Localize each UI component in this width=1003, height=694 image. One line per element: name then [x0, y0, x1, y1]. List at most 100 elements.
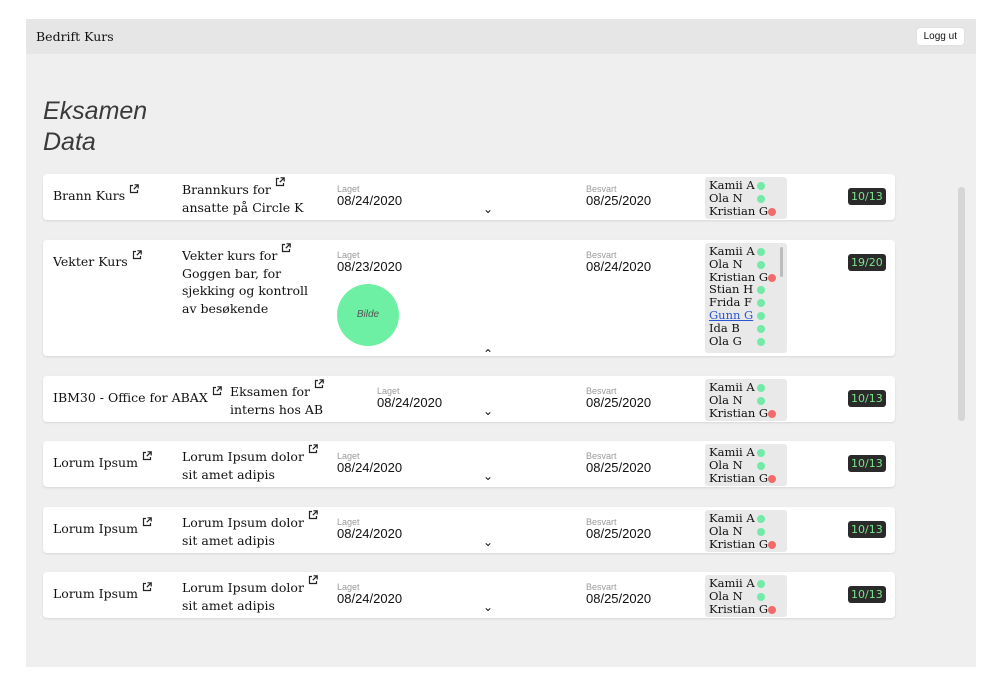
chevron-up-icon[interactable]: ⌃ — [483, 348, 493, 360]
chevron-down-icon[interactable]: ⌄ — [483, 470, 493, 482]
participant-row[interactable]: Gunn G — [705, 309, 787, 322]
course-name[interactable]: Vekter Kurs — [53, 250, 142, 269]
chevron-down-icon[interactable]: ⌄ — [483, 601, 493, 613]
status-dot-green — [757, 324, 765, 333]
participant-row: Ola N — [705, 523, 787, 538]
status-dot-green — [757, 248, 765, 256]
participant-row: Kristian G — [705, 204, 787, 218]
description-line: interns hos AB — [230, 401, 324, 417]
participant-row: Ola G — [705, 333, 787, 348]
score-badge: 10/13 — [848, 188, 886, 205]
external-link-icon[interactable] — [142, 517, 152, 527]
chevron-down-icon[interactable]: ⌄ — [483, 405, 493, 417]
course-name[interactable]: Lorum Ipsum — [53, 582, 152, 601]
participant-list[interactable]: Kamii A Ola N Kristian G — [705, 177, 787, 219]
status-dot-green — [757, 580, 765, 588]
course-name-text: Brann Kurs — [53, 188, 126, 203]
participant-row: Kamii A — [705, 179, 787, 192]
external-link-icon[interactable] — [142, 582, 152, 592]
participant-name: Kristian G — [709, 536, 769, 551]
created-date: 08/24/2020 — [377, 395, 443, 410]
chevron-down-icon[interactable]: ⌄ — [483, 536, 493, 548]
page-scrollbar[interactable] — [958, 187, 965, 421]
participant-row: Kristian G — [705, 536, 787, 551]
participant-row: Kamii A — [705, 577, 787, 590]
course-description: Brannkurs for ansatte på Circle K — [182, 177, 304, 216]
answered-date: 08/24/2020 — [586, 259, 652, 274]
course-name[interactable]: Lorum Ipsum — [53, 451, 152, 470]
participant-name: Ola N — [709, 190, 743, 205]
participant-name: Kristian G — [709, 405, 769, 420]
participant-list[interactable]: Kamii A Ola N Kristian G — [705, 379, 787, 421]
exam-card[interactable]: Vekter Kurs Vekter kurs for Goggen bar, fo… — [43, 240, 895, 360]
exam-card[interactable]: Brann Kurs Brannkurs for ansatte på Circle… — [43, 174, 895, 220]
course-description: Eksamen for interns hos AB — [230, 379, 324, 418]
external-link-icon[interactable] — [212, 386, 222, 396]
page-title: Eksamen Data — [43, 96, 147, 158]
status-dot-green — [757, 260, 765, 269]
created-date: 08/24/2020 — [337, 460, 403, 475]
participant-list[interactable]: Kamii A Ola N Kristian G — [705, 444, 787, 486]
exam-card[interactable]: Lorum Ipsum Lorum Ipsum dolor sit amet adi… — [43, 507, 895, 553]
course-name[interactable]: Brann Kurs — [53, 184, 140, 203]
participant-name: Ola N — [709, 523, 743, 538]
description-line: sit amet adipis — [182, 597, 275, 613]
score-badge: 10/13 — [848, 521, 886, 538]
external-link-icon[interactable] — [275, 177, 285, 187]
participant-row: Ida B — [705, 320, 787, 335]
participant-list[interactable]: Kamii A Ola N Kristian G — [705, 575, 787, 617]
participant-row: Ola N — [705, 458, 787, 472]
participant-row: Ola N — [705, 257, 787, 271]
external-link-icon[interactable] — [281, 243, 292, 253]
status-dot-red — [768, 605, 776, 614]
logout-button[interactable]: Logg ut — [916, 28, 964, 45]
participant-row: Kamii A — [705, 381, 787, 394]
course-description: Lorum Ipsum dolor sit amet adipis — [182, 510, 318, 549]
external-link-icon[interactable] — [308, 444, 318, 454]
external-link-icon[interactable] — [308, 510, 318, 520]
status-dot-green — [757, 592, 765, 601]
answered-date: 08/25/2020 — [586, 591, 652, 606]
participant-name: Kamii A — [709, 511, 755, 525]
description-line: Lorum Ipsum dolor — [182, 510, 318, 532]
created-date: 08/24/2020 — [337, 526, 403, 541]
participant-name: Kristian G — [709, 470, 769, 485]
exam-card[interactable]: Lorum Ipsum Lorum Ipsum dolor sit amet adi… — [43, 572, 895, 618]
external-link-icon[interactable] — [142, 451, 152, 461]
participant-list[interactable]: Kamii A Ola N Kristian G Stian H Frida F Gunn… — [705, 243, 787, 353]
answered-date: 08/25/2020 — [586, 460, 652, 475]
description-line: Eksamen for — [230, 379, 324, 401]
participant-list[interactable]: Kamii A Ola N Kristian G — [705, 510, 787, 552]
score-badge: 10/13 — [848, 586, 886, 603]
status-dot-green — [757, 449, 765, 457]
external-link-icon[interactable] — [314, 379, 324, 389]
participant-row: Kristian G — [705, 470, 787, 485]
participant-name: Kristian G — [709, 601, 769, 616]
participant-name: Ola G — [709, 333, 742, 348]
course-name[interactable]: Lorum Ipsum — [53, 517, 152, 536]
status-dot-green — [757, 299, 765, 308]
participant-list-scrollbar[interactable] — [780, 247, 783, 277]
course-name-text: Lorum Ipsum — [53, 455, 138, 470]
app-window: Bedrift Kurs Logg ut Eksamen Data Brann … — [26, 19, 976, 667]
created-date: 08/24/2020 — [337, 193, 403, 208]
external-link-icon[interactable] — [132, 250, 142, 260]
participant-name: Ida B — [709, 320, 740, 335]
external-link-icon[interactable] — [308, 575, 318, 585]
course-name-text: IBM30 - Office for ABAX — [53, 390, 208, 405]
status-dot-red — [768, 207, 776, 216]
description-line: ansatte på Circle K — [182, 199, 304, 215]
exam-card[interactable]: IBM30 - Office for ABAX Eksamen for intern… — [43, 376, 895, 422]
external-link-icon[interactable] — [129, 184, 140, 194]
course-name-text: Lorum Ipsum — [53, 586, 138, 601]
participant-name: Ola N — [709, 392, 743, 407]
description-line: Lorum Ipsum dolor — [182, 575, 318, 597]
description-line: Brannkurs for — [182, 177, 303, 199]
course-description: Vekter kurs for Goggen bar, for sjekking o… — [182, 243, 308, 317]
exam-card[interactable]: Lorum Ipsum Lorum Ipsum dolor sit amet adi… — [43, 441, 895, 487]
top-bar: Bedrift Kurs Logg ut — [26, 19, 976, 54]
page-title-line-2: Data — [43, 128, 96, 156]
course-name[interactable]: IBM30 - Office for ABAX — [53, 386, 222, 405]
app-title: Bedrift Kurs — [36, 29, 114, 44]
chevron-down-icon[interactable]: ⌄ — [483, 203, 493, 215]
